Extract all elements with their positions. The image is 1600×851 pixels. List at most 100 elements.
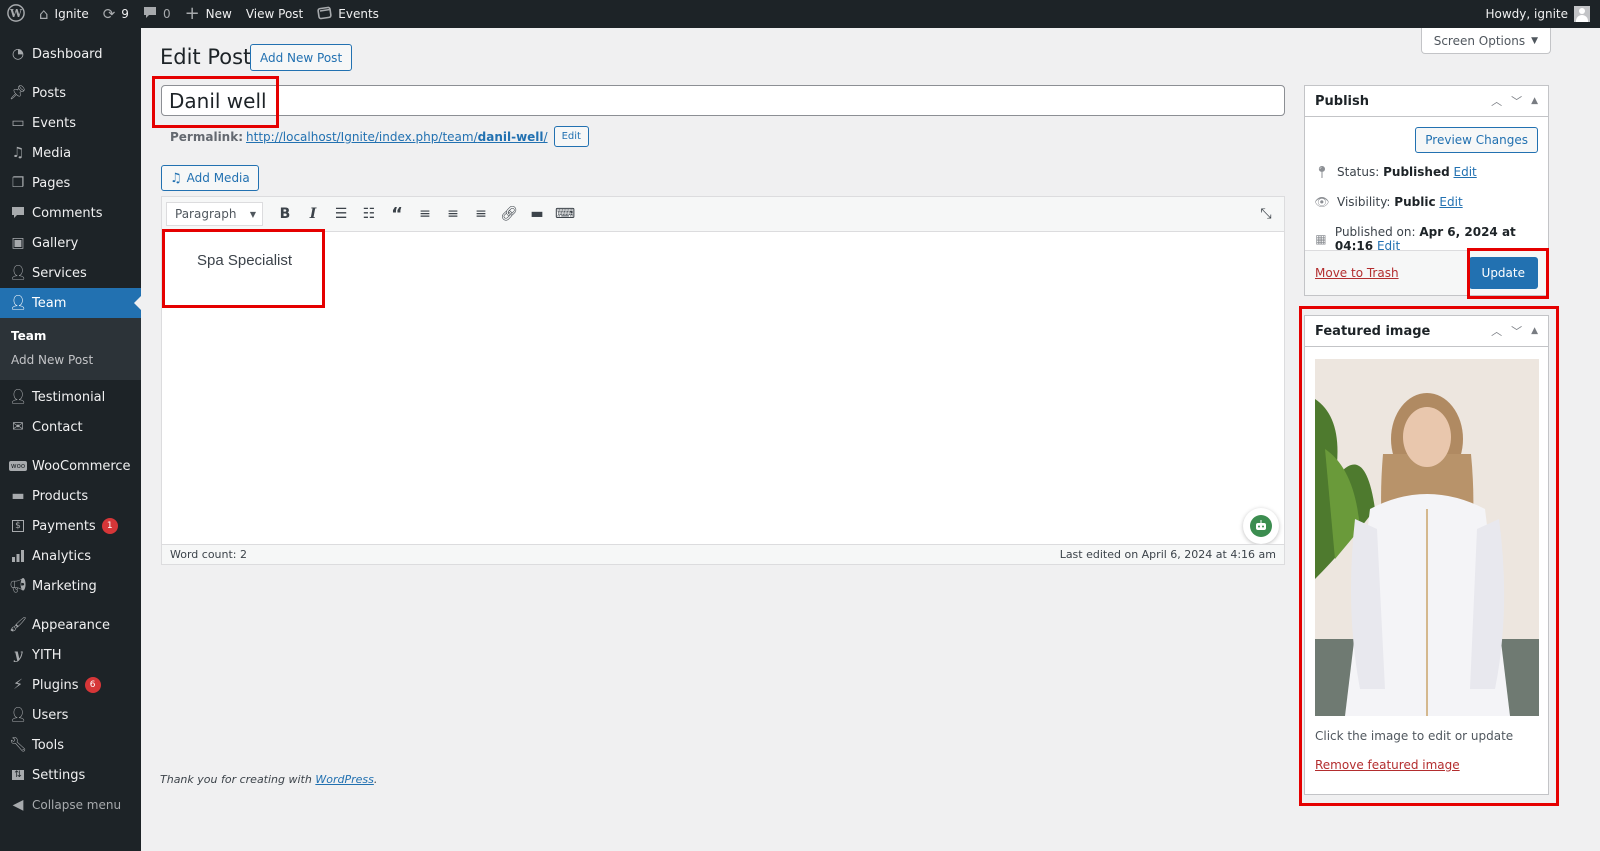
read-more-button[interactable]: ▬	[523, 200, 551, 228]
move-down-icon[interactable]: ﹀	[1511, 93, 1522, 109]
menu-label: Tools	[32, 737, 65, 753]
caret-down-icon: ▼	[1531, 35, 1538, 46]
menu-yith[interactable]: y YITH	[0, 640, 141, 670]
team-submenu: Team Add New Post	[0, 318, 141, 380]
edit-visibility-link[interactable]: Edit	[1439, 195, 1462, 209]
permalink-edit-button[interactable]: Edit	[553, 126, 589, 147]
link-icon: 🔗︎	[500, 206, 518, 222]
featured-image-title: Featured image	[1315, 323, 1431, 339]
menu-media[interactable]: ♫ Media	[0, 138, 141, 168]
featured-image-box: Featured image ︿ ﹀ ▲ Click the image to …	[1304, 315, 1549, 795]
menu-label: Collapse menu	[32, 798, 122, 812]
menu-marketing[interactable]: 📢︎ Marketing	[0, 571, 141, 601]
calendar-icon: ▭	[11, 115, 25, 131]
grammar-assistant-button[interactable]	[1243, 508, 1279, 544]
menu-tools[interactable]: 🔧︎ Tools	[0, 730, 141, 760]
insert-link-button[interactable]: 🔗︎	[495, 200, 523, 228]
person-icon: 👤︎	[9, 707, 27, 723]
menu-label: Pages	[32, 175, 71, 191]
post-title-input[interactable]: Danil well	[161, 85, 1285, 116]
comments-link[interactable]: 0	[136, 0, 178, 28]
menu-payments[interactable]: $ Payments 1	[0, 511, 141, 541]
updates-link[interactable]: ⟳ 9	[96, 0, 136, 28]
collapse-menu-button[interactable]: ◀ Collapse menu	[0, 790, 141, 820]
fullscreen-icon: ⤡	[1260, 206, 1272, 222]
menu-analytics[interactable]: Analytics	[0, 541, 141, 571]
move-down-icon[interactable]: ﹀	[1511, 323, 1522, 339]
post-visibility: 👁︎ Visibility: Public Edit	[1314, 195, 1462, 209]
move-up-icon[interactable]: ︿	[1491, 323, 1502, 339]
person-icon: 👤︎	[9, 389, 27, 405]
submenu-team[interactable]: Team	[0, 324, 141, 348]
menu-events[interactable]: ▭ Events	[0, 108, 141, 138]
move-up-icon[interactable]: ︿	[1491, 93, 1502, 109]
menu-gallery[interactable]: ▣ Gallery	[0, 228, 141, 258]
my-account[interactable]: Howdy, ignite	[1485, 6, 1600, 22]
numbered-list-button[interactable]: ☷	[355, 200, 383, 228]
howdy-text: Howdy, ignite	[1485, 7, 1568, 21]
bold-button[interactable]: B	[271, 200, 299, 228]
new-content-link[interactable]: + New	[178, 0, 239, 28]
yith-icon: y	[13, 647, 23, 663]
menu-dashboard[interactable]: ◔ Dashboard	[0, 39, 141, 69]
submenu-add-new-post[interactable]: Add New Post	[0, 348, 141, 372]
visibility-value: Public	[1394, 195, 1436, 209]
menu-appearance[interactable]: 🖌︎ Appearance	[0, 610, 141, 640]
payments-badge: 1	[101, 518, 118, 534]
move-to-trash-link[interactable]: Move to Trash	[1315, 266, 1399, 280]
permalink-base: http://localhost/Ignite/index.php/team/	[246, 129, 478, 144]
bulleted-list-button[interactable]: ☰	[327, 200, 355, 228]
menu-woocommerce[interactable]: woo WooCommerce	[0, 451, 141, 481]
quote-icon: “	[391, 203, 403, 225]
format-select[interactable]: Paragraph ▼	[166, 202, 263, 226]
avatar	[1574, 6, 1590, 22]
site-name-link[interactable]: ⌂ Ignite	[32, 0, 96, 28]
view-post-link[interactable]: View Post	[239, 0, 310, 28]
person-icon: 👤︎	[9, 265, 27, 281]
menu-plugins[interactable]: ⚡︎ Plugins 6	[0, 670, 141, 700]
menu-services[interactable]: 👤︎ Services	[0, 258, 141, 288]
align-center-button[interactable]: ≡	[439, 200, 467, 228]
fullscreen-button[interactable]: ⤡	[1252, 200, 1280, 228]
preview-changes-button[interactable]: Preview Changes	[1415, 127, 1538, 153]
menu-comments[interactable]: Comments	[0, 198, 141, 228]
events-link[interactable]: Events	[310, 0, 386, 28]
menu-users[interactable]: 👤︎ Users	[0, 700, 141, 730]
featured-image[interactable]	[1315, 359, 1539, 716]
update-button[interactable]: Update	[1468, 257, 1538, 289]
wp-logo-menu[interactable]: W	[0, 0, 32, 28]
add-new-post-button[interactable]: Add New Post	[250, 44, 353, 71]
media-icon: ♫	[11, 145, 25, 161]
align-right-button[interactable]: ≡	[467, 200, 495, 228]
menu-label: Comments	[32, 205, 103, 221]
caret-down-icon: ▼	[249, 209, 256, 219]
permalink-link[interactable]: http://localhost/Ignite/index.php/team/d…	[246, 130, 548, 144]
align-left-button[interactable]: ≡	[411, 200, 439, 228]
envelope-icon: ✉	[12, 419, 24, 435]
screen-options-button[interactable]: Screen Options ▼	[1420, 28, 1551, 54]
italic-button[interactable]: I	[299, 200, 327, 228]
bar-chart-icon	[8, 546, 28, 566]
publish-box: Publish ︿ ﹀ ▲ Preview Changes 📍︎ Status:…	[1304, 85, 1549, 296]
toggle-panel-icon[interactable]: ▲	[1531, 326, 1538, 336]
align-right-icon: ≡	[475, 206, 487, 222]
menu-team[interactable]: 👤︎ Team	[0, 288, 141, 318]
published-label: Published on:	[1334, 225, 1416, 239]
wordpress-link[interactable]: WordPress	[315, 773, 374, 786]
toggle-panel-icon[interactable]: ▲	[1531, 96, 1538, 106]
menu-pages[interactable]: ❐ Pages	[0, 168, 141, 198]
site-name: Ignite	[54, 7, 89, 21]
blockquote-button[interactable]: “	[383, 200, 411, 228]
toolbar-toggle-button[interactable]: ⌨	[551, 200, 579, 228]
add-media-button[interactable]: ♫ Add Media	[161, 165, 259, 191]
edit-status-link[interactable]: Edit	[1454, 165, 1477, 179]
menu-testimonial[interactable]: 👤︎ Testimonial	[0, 382, 141, 412]
remove-featured-image-link[interactable]: Remove featured image	[1315, 758, 1460, 772]
menu-posts[interactable]: 📌︎ Posts	[0, 78, 141, 108]
visibility-label: Visibility:	[1337, 195, 1391, 209]
bulleted-list-icon: ☰	[334, 206, 348, 222]
menu-settings[interactable]: ⇅ Settings	[0, 760, 141, 790]
menu-contact[interactable]: ✉ Contact	[0, 412, 141, 442]
editor-content[interactable]: Spa Specialist	[162, 232, 1284, 564]
menu-products[interactable]: ▬ Products	[0, 481, 141, 511]
